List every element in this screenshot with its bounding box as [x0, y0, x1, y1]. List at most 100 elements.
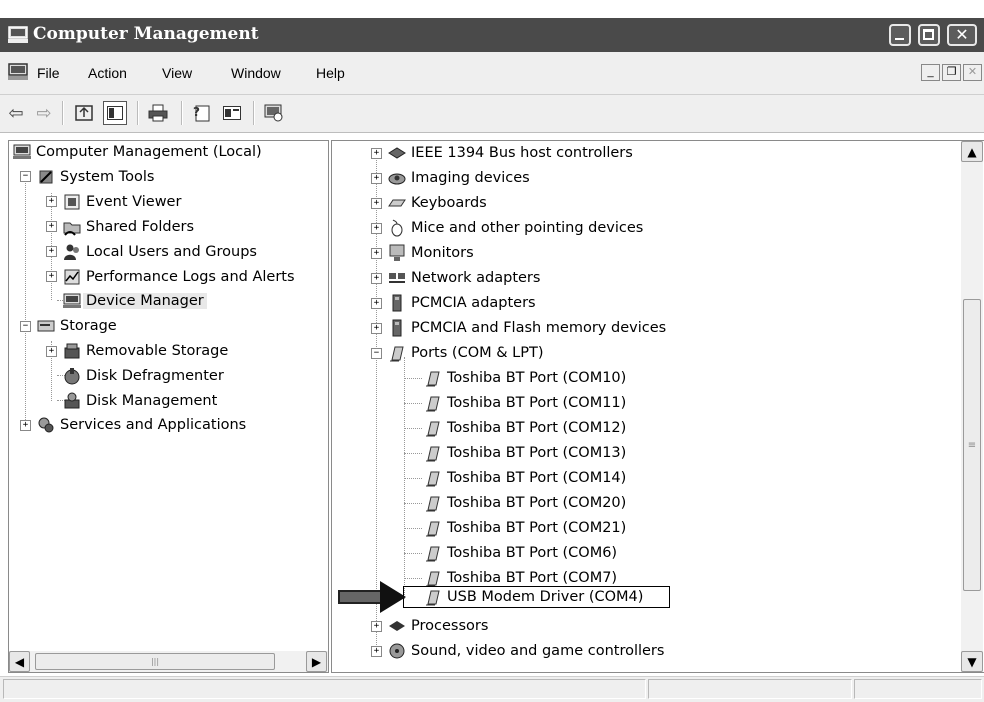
device-category-imaging[interactable]: Imaging devices: [388, 167, 530, 189]
scroll-down-button[interactable]: ▼: [961, 651, 983, 672]
back-arrow-icon[interactable]: ⇦: [4, 101, 28, 125]
port-item-usb-modem-com4[interactable]: USB Modem Driver (COM4): [403, 586, 671, 608]
expand-toggle[interactable]: +: [371, 173, 382, 184]
computer-icon: [13, 143, 31, 161]
collapse-toggle[interactable]: −: [371, 348, 382, 359]
port-icon: [424, 569, 442, 587]
expand-toggle[interactable]: +: [20, 420, 31, 431]
show-hide-tree-icon[interactable]: [103, 101, 127, 125]
console-icon[interactable]: [8, 63, 28, 85]
port-item-com10[interactable]: Toshiba BT Port (COM10): [424, 367, 626, 389]
scroll-left-button[interactable]: ◀: [9, 651, 30, 672]
up-folder-icon[interactable]: [72, 101, 96, 125]
collapse-toggle[interactable]: −: [20, 171, 31, 182]
status-cell: [3, 679, 646, 699]
device-category-ports[interactable]: Ports (COM & LPT): [388, 342, 543, 364]
port-item-com14[interactable]: Toshiba BT Port (COM14): [424, 467, 626, 489]
expand-toggle[interactable]: +: [371, 223, 382, 234]
menu-file[interactable]: File: [37, 65, 60, 81]
tree-item-local-users-and-groups[interactable]: Local Users and Groups: [63, 241, 257, 263]
port-item-com6[interactable]: Toshiba BT Port (COM6): [424, 542, 617, 564]
maximize-button[interactable]: [918, 24, 940, 46]
scroll-right-button[interactable]: ▶: [306, 651, 327, 672]
expand-toggle[interactable]: +: [46, 271, 57, 282]
expand-toggle[interactable]: +: [371, 323, 382, 334]
expand-toggle[interactable]: +: [46, 246, 57, 257]
device-category-ieee1394[interactable]: IEEE 1394 Bus host controllers: [388, 142, 633, 164]
port-item-com21[interactable]: Toshiba BT Port (COM21): [424, 517, 626, 539]
device-category-processors[interactable]: Processors: [388, 615, 488, 637]
menu-view[interactable]: View: [162, 65, 192, 81]
device-label: IEEE 1394 Bus host controllers: [411, 145, 633, 161]
port-item-com12[interactable]: Toshiba BT Port (COM12): [424, 417, 626, 439]
device-category-sound[interactable]: Sound, video and game controllers: [388, 640, 664, 662]
tree-item-label: Shared Folders: [86, 219, 195, 235]
console-tree-pane[interactable]: Computer Management (Local) − System Too…: [8, 140, 329, 673]
close-button[interactable]: ✕: [947, 24, 977, 46]
tree-item-label: Services and Applications: [60, 417, 247, 433]
toolbar-separator: [137, 101, 139, 125]
tree-item-computer-management-local[interactable]: Computer Management (Local): [13, 141, 262, 163]
menu-help[interactable]: Help: [316, 65, 345, 81]
port-item-com13[interactable]: Toshiba BT Port (COM13): [424, 442, 626, 464]
users-icon: [63, 243, 81, 261]
expand-toggle[interactable]: +: [46, 196, 57, 207]
mdi-restore-button[interactable]: ❐: [942, 64, 961, 81]
minimize-button[interactable]: [889, 24, 911, 46]
tree-item-services-and-applications[interactable]: Services and Applications: [37, 414, 246, 436]
device-category-keyboards[interactable]: Keyboards: [388, 192, 487, 214]
device-category-network-adapters[interactable]: Network adapters: [388, 267, 540, 289]
tree-item-performance-logs[interactable]: Performance Logs and Alerts: [63, 266, 295, 288]
action-pane-icon[interactable]: [220, 101, 244, 125]
tree-item-label: Device Manager: [83, 293, 207, 309]
tree-item-storage[interactable]: Storage: [37, 315, 117, 337]
port-item-com20[interactable]: Toshiba BT Port (COM20): [424, 492, 626, 514]
device-category-pcmcia-flash[interactable]: PCMCIA and Flash memory devices: [388, 317, 666, 339]
scrollbar-thumb[interactable]: ≡: [963, 299, 981, 591]
defrag-icon: [63, 367, 81, 385]
print-icon[interactable]: [146, 101, 170, 125]
expand-toggle[interactable]: +: [46, 346, 57, 357]
mdi-close-button[interactable]: ✕: [963, 64, 982, 81]
keyboard-icon: [388, 194, 406, 212]
expand-toggle[interactable]: +: [371, 248, 382, 259]
tree-item-device-manager[interactable]: Device Manager: [63, 290, 207, 312]
menu-bar: File Action View Window Help _ ❐ ✕: [0, 52, 984, 95]
expand-toggle[interactable]: +: [371, 621, 382, 632]
horizontal-scrollbar[interactable]: ◀ ||| ▶: [9, 651, 328, 672]
title-bar[interactable]: Computer Management ✕: [0, 18, 984, 52]
menu-window[interactable]: Window: [231, 65, 281, 81]
port-item-com11[interactable]: Toshiba BT Port (COM11): [424, 392, 626, 414]
device-list-pane[interactable]: + IEEE 1394 Bus host controllers + Imagi…: [331, 140, 984, 673]
device-category-pcmcia-adapters[interactable]: PCMCIA adapters: [388, 292, 536, 314]
collapse-toggle[interactable]: −: [20, 321, 31, 332]
menu-action[interactable]: Action: [88, 65, 127, 81]
tree-item-label: Disk Defragmenter: [86, 368, 224, 384]
highlight-box: USB Modem Driver (COM4): [403, 586, 671, 608]
tree-item-removable-storage[interactable]: Removable Storage: [63, 340, 228, 362]
tree-item-shared-folders[interactable]: Shared Folders: [63, 216, 194, 238]
port-icon: [424, 588, 442, 606]
tree-item-disk-defragmenter[interactable]: Disk Defragmenter: [63, 365, 224, 387]
tree-item-event-viewer[interactable]: Event Viewer: [63, 191, 181, 213]
expand-toggle[interactable]: +: [371, 273, 382, 284]
device-category-mice[interactable]: Mice and other pointing devices: [388, 217, 643, 239]
expand-toggle[interactable]: +: [371, 148, 382, 159]
expand-toggle[interactable]: +: [371, 198, 382, 209]
port-icon: [424, 369, 442, 387]
scroll-up-button[interactable]: ▲: [961, 141, 983, 162]
sound-icon: [388, 642, 406, 660]
mdi-minimize-button[interactable]: _: [921, 64, 940, 81]
tree-item-system-tools[interactable]: System Tools: [37, 166, 154, 188]
forward-arrow-icon[interactable]: ⇨: [32, 101, 56, 125]
scan-hardware-icon[interactable]: [262, 101, 286, 125]
tree-connector: [404, 528, 422, 529]
expand-toggle[interactable]: +: [371, 646, 382, 657]
vertical-scrollbar[interactable]: ▲ ≡ ▼: [961, 141, 983, 672]
tree-item-disk-management[interactable]: Disk Management: [63, 390, 217, 412]
expand-toggle[interactable]: +: [46, 221, 57, 232]
device-category-monitors[interactable]: Monitors: [388, 242, 474, 264]
scrollbar-thumb[interactable]: |||: [35, 653, 275, 670]
properties-icon[interactable]: ?: [190, 101, 214, 125]
expand-toggle[interactable]: +: [371, 298, 382, 309]
